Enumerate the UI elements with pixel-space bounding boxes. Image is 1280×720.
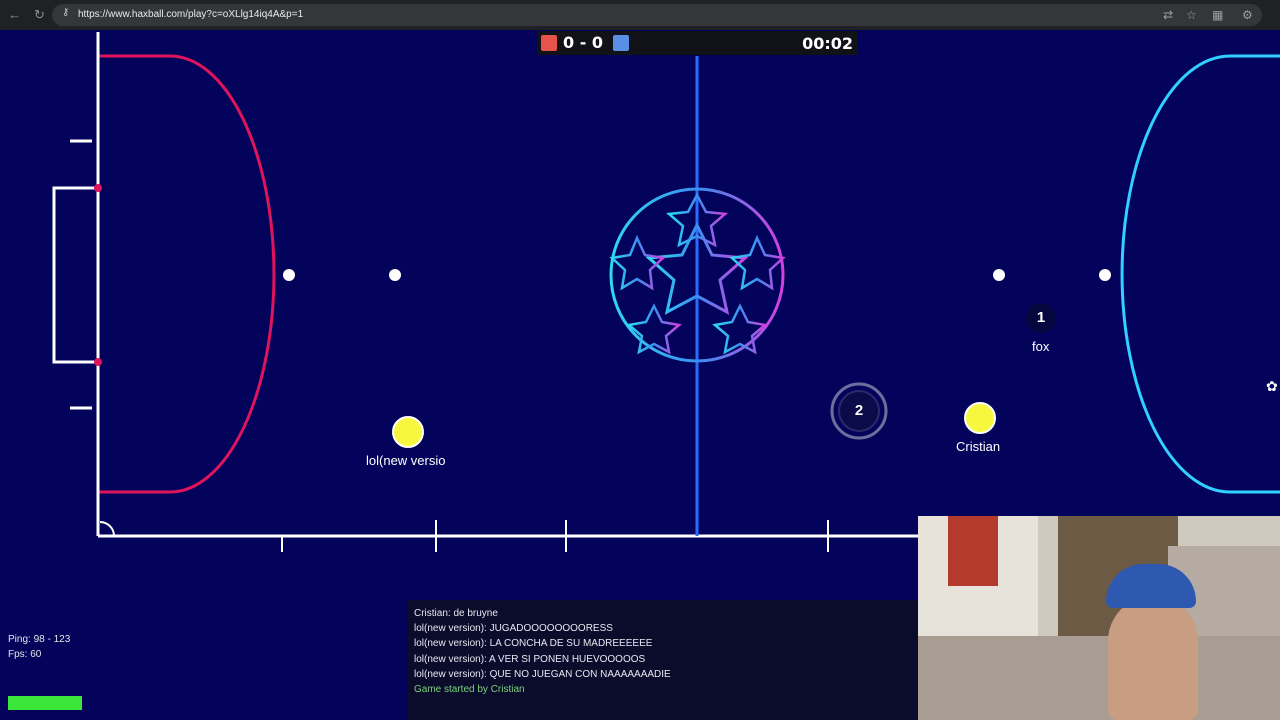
chat-system-message: Game started by Cristian — [414, 684, 525, 695]
player-disc-cristian — [964, 402, 996, 434]
player-number-2: 2 — [854, 402, 864, 419]
reload-icon[interactable]: ↻ — [34, 8, 45, 22]
score-text: 0 - 0 — [563, 33, 604, 52]
chat-panel: Cristian: de bruyne lol(new version): JU… — [408, 600, 918, 720]
left-box-arc — [98, 54, 276, 494]
star-icon[interactable]: ☆ — [1186, 8, 1197, 22]
extensions-icon[interactable]: ▦ — [1212, 8, 1223, 22]
match-timer: 00:02 — [802, 34, 853, 53]
webcam-overlay — [918, 516, 1280, 720]
lock-icon[interactable]: ⚷ — [62, 7, 69, 18]
chat-message: Cristian: de bruyne — [414, 608, 498, 619]
fps-graph — [8, 696, 82, 710]
player-disc-lol — [392, 416, 424, 448]
gear-icon[interactable]: ✿ — [1266, 378, 1278, 395]
right-box-arc — [1120, 54, 1280, 494]
blue-team-icon — [613, 35, 629, 51]
penalty-dot — [389, 269, 401, 281]
chat-message: lol(new version): QUE NO JUEGAN CON NAAA… — [414, 669, 671, 680]
player-name-fox: fox — [1032, 339, 1050, 354]
chat-message: lol(new version): LA CONCHA DE SU MADREE… — [414, 638, 653, 649]
translate-icon[interactable]: ⇄ — [1163, 8, 1173, 22]
url-text[interactable]: https://www.haxball.com/play?c=oXLlg14iq… — [78, 9, 303, 20]
left-post-bottom — [94, 358, 102, 366]
back-arrow-icon[interactable]: ← — [8, 8, 21, 22]
fps-readout: Fps: 60 — [8, 649, 42, 660]
penalty-dot — [283, 269, 295, 281]
player-name-cristian: Cristian — [956, 439, 1001, 454]
player-name-lol: lol(new versio — [366, 453, 446, 468]
player-number-fox: 1 — [1036, 309, 1046, 326]
ping-readout: Ping: 98 - 123 — [8, 634, 71, 645]
penalty-dot — [993, 269, 1005, 281]
penalty-dot — [1099, 269, 1111, 281]
chat-message: lol(new version): JUGADOOOOOOOORESS — [414, 623, 613, 634]
red-team-icon — [541, 35, 557, 51]
settings-icon[interactable]: ⚙ — [1242, 8, 1253, 22]
left-goal — [52, 186, 100, 364]
left-post-top — [94, 184, 102, 192]
chat-message: lol(new version): A VER SI PONEN HUEVOOO… — [414, 654, 646, 665]
browser-toolbar: ← ↻ ⚷ https://www.haxball.com/play?c=oXL… — [0, 0, 1280, 30]
scoreboard: 0 - 0 00:02 — [537, 31, 857, 55]
corner-arc — [99, 521, 115, 537]
